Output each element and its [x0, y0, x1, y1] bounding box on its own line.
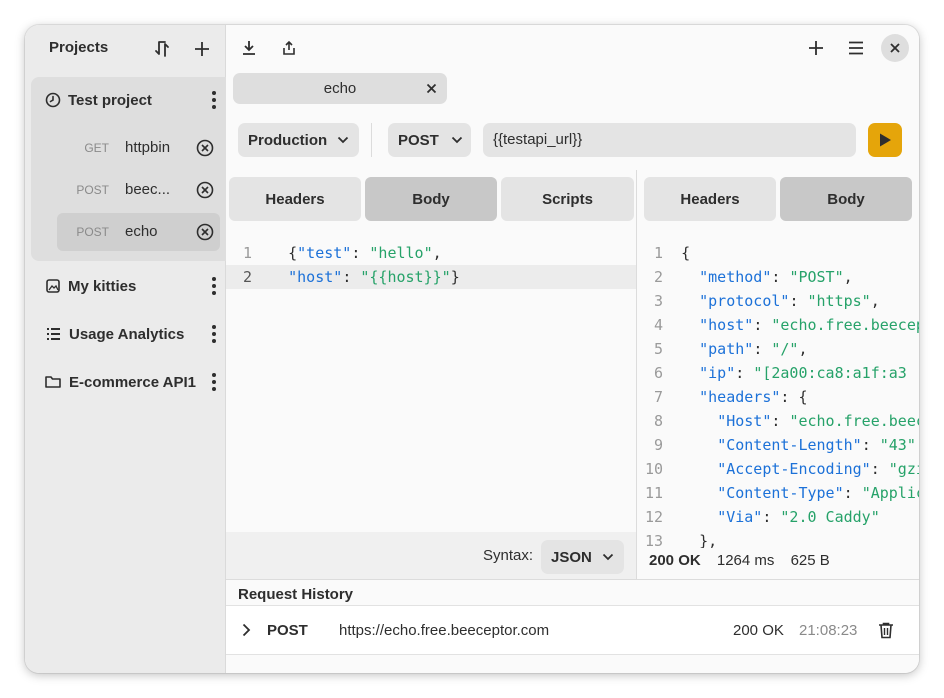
- more-options-icon[interactable]: [204, 270, 224, 302]
- request-method: GET: [84, 141, 109, 155]
- project-test-project[interactable]: Test project: [31, 79, 226, 121]
- tab-echo[interactable]: echo: [233, 73, 447, 104]
- add-tab-icon[interactable]: [800, 32, 832, 64]
- request-name: beec...: [125, 181, 171, 198]
- history-title: Request History: [238, 586, 354, 603]
- send-button[interactable]: [868, 123, 902, 157]
- main-area: echo Production POST {{testapi_url}} Hea…: [226, 25, 919, 673]
- download-icon[interactable]: [233, 32, 265, 64]
- request-name: echo: [125, 223, 158, 240]
- play-icon: [880, 133, 891, 147]
- list-icon: [46, 327, 61, 341]
- syntax-label: Syntax:: [483, 547, 534, 564]
- project-name: Test project: [68, 91, 152, 109]
- history-method: POST: [267, 622, 308, 639]
- history-time: 21:08:23: [799, 622, 858, 639]
- tab-response-body[interactable]: Body: [780, 177, 912, 221]
- response-size: 625 B: [790, 552, 830, 569]
- separator: [226, 579, 919, 580]
- add-project-icon[interactable]: [186, 33, 218, 65]
- close-circle-icon[interactable]: [196, 181, 214, 199]
- history-status: 200 OK: [733, 622, 784, 639]
- close-icon[interactable]: [426, 81, 437, 98]
- project-name: Usage Analytics: [69, 325, 185, 343]
- syntax-value: JSON: [551, 548, 592, 566]
- history-row[interactable]: POST https://echo.free.beeceptor.com 200…: [226, 605, 919, 655]
- request-method: POST: [76, 225, 109, 239]
- method-select[interactable]: POST: [388, 123, 471, 157]
- image-icon: [46, 279, 60, 293]
- response-body-code: 1 { 2 "method": "POST", 3 "protocol": "h…: [644, 244, 919, 548]
- request-body-code: 1 {"test": "hello", 2 "host": "{{host}}"…: [242, 244, 460, 286]
- more-options-icon[interactable]: [204, 318, 224, 350]
- close-circle-icon[interactable]: [196, 139, 214, 157]
- response-status-bar: 200 OK 1264 ms 625 B: [649, 552, 830, 569]
- chevron-down-icon: [337, 136, 349, 144]
- tab-request-scripts[interactable]: Scripts: [501, 177, 634, 221]
- close-window-icon[interactable]: [881, 34, 909, 62]
- request-name: httpbin: [125, 139, 171, 156]
- menu-icon[interactable]: [840, 32, 872, 64]
- chevron-right-icon[interactable]: [242, 623, 251, 637]
- divider: [371, 123, 372, 157]
- project-my-kitties[interactable]: My kitties: [31, 265, 226, 307]
- sidebar: Projects Test project GET httpbin POST b…: [25, 25, 226, 673]
- url-value: {{testapi_url}}: [493, 131, 583, 148]
- close-circle-icon[interactable]: [196, 223, 214, 241]
- tab-request-body[interactable]: Body: [365, 177, 497, 221]
- chevron-down-icon: [602, 553, 614, 561]
- import-icon[interactable]: [146, 33, 178, 65]
- tab-response-headers[interactable]: Headers: [644, 177, 776, 221]
- response-time: 1264 ms: [716, 552, 775, 569]
- trash-icon[interactable]: [878, 622, 894, 639]
- response-body-viewer[interactable]: 1 { 2 "method": "POST", 3 "protocol": "h…: [637, 241, 919, 548]
- request-item-beeceptor[interactable]: POST beec...: [57, 171, 220, 209]
- request-body-editor[interactable]: 1 {"test": "hello", 2 "host": "{{host}}"…: [226, 241, 636, 532]
- status-code: 200 OK: [649, 552, 701, 569]
- request-item-httpbin[interactable]: GET httpbin: [57, 129, 220, 167]
- more-options-icon[interactable]: [204, 366, 224, 398]
- chevron-down-icon: [451, 136, 463, 144]
- sidebar-title: Projects: [49, 39, 109, 56]
- project-name: E-commerce API1: [69, 373, 197, 391]
- project-usage-analytics[interactable]: Usage Analytics: [31, 313, 226, 355]
- project-ecommerce-api1[interactable]: E-commerce API1: [31, 361, 226, 403]
- clock-icon: [45, 92, 61, 108]
- request-method: POST: [76, 183, 109, 197]
- share-icon[interactable]: [273, 32, 305, 64]
- editor-footer: Syntax: JSON: [226, 532, 636, 579]
- method-value: POST: [398, 131, 439, 149]
- tab-label: echo: [323, 80, 357, 97]
- tab-request-headers[interactable]: Headers: [229, 177, 361, 221]
- syntax-select[interactable]: JSON: [541, 540, 624, 574]
- app-window: Projects Test project GET httpbin POST b…: [25, 25, 919, 673]
- environment-value: Production: [248, 131, 328, 149]
- project-name: My kitties: [68, 277, 137, 295]
- url-input[interactable]: {{testapi_url}}: [483, 123, 856, 157]
- more-options-icon[interactable]: [204, 84, 224, 116]
- history-url: https://echo.free.beeceptor.com: [339, 622, 550, 639]
- sidebar-header: Projects: [25, 25, 226, 73]
- request-item-echo[interactable]: POST echo: [57, 213, 220, 251]
- environment-select[interactable]: Production: [238, 123, 359, 157]
- folder-icon: [45, 375, 61, 389]
